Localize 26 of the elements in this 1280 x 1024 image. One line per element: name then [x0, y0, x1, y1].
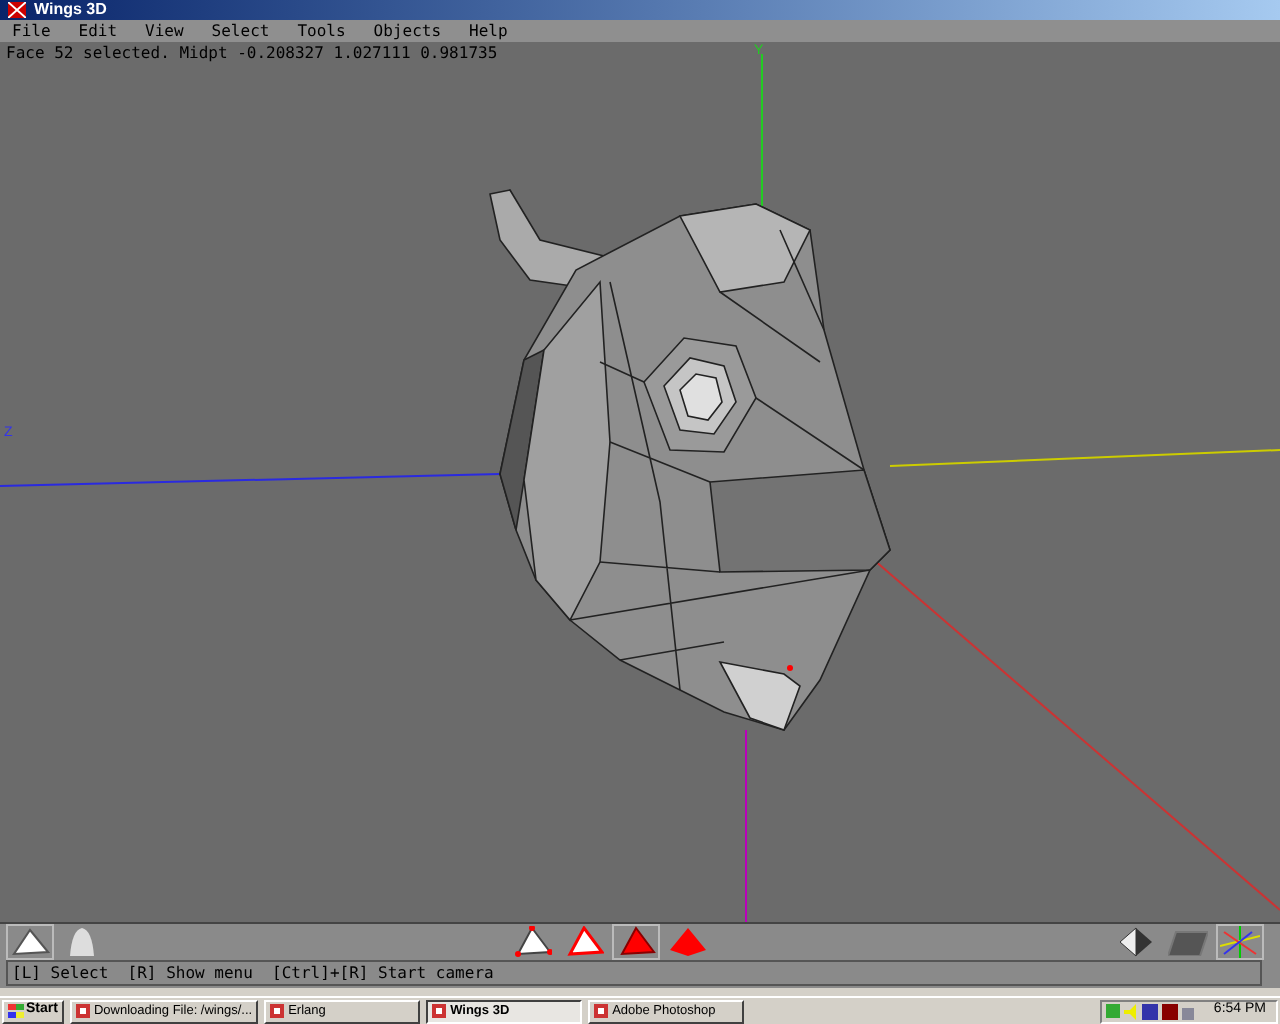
- app-icon: [594, 1004, 609, 1018]
- menu-item[interactable]: File: [8, 21, 55, 41]
- axes-mode-button[interactable]: [1216, 924, 1264, 960]
- smooth-shading-icon: [66, 926, 98, 958]
- tray-icons-drawing: [1105, 1003, 1194, 1019]
- face-mode-button[interactable]: [611, 924, 659, 960]
- app-icon: [75, 1004, 90, 1018]
- pyramid-icon: [1118, 926, 1154, 958]
- menu-item[interactable]: View: [141, 21, 188, 41]
- menu-item[interactable]: Edit: [74, 21, 122, 41]
- edge-mode-icon: [563, 926, 603, 958]
- menu-item[interactable]: Help: [465, 21, 512, 41]
- window-title: Wings 3D: [34, 0, 107, 20]
- app-logo-icon: [8, 2, 26, 18]
- help-text: [L] Select [R] Show menu [Ctrl]+[R] Start camera: [12, 963, 494, 983]
- menu-item[interactable]: Select: [207, 21, 274, 41]
- windows-logo-icon: [8, 1004, 24, 1018]
- flat-mode-button[interactable]: [6, 924, 54, 960]
- app-icon: [432, 1004, 447, 1018]
- app-icon: [270, 1004, 285, 1018]
- menu-item[interactable]: Tools: [293, 21, 350, 41]
- menu-item[interactable]: Objects: [369, 21, 446, 41]
- face-mode-icon: [615, 926, 655, 958]
- axes-icon: [1220, 926, 1260, 958]
- ground-grid-icon: [1168, 928, 1208, 956]
- status-text: Face 52 selected. Midpt -0.208327 1.027111 0.981735: [6, 44, 498, 64]
